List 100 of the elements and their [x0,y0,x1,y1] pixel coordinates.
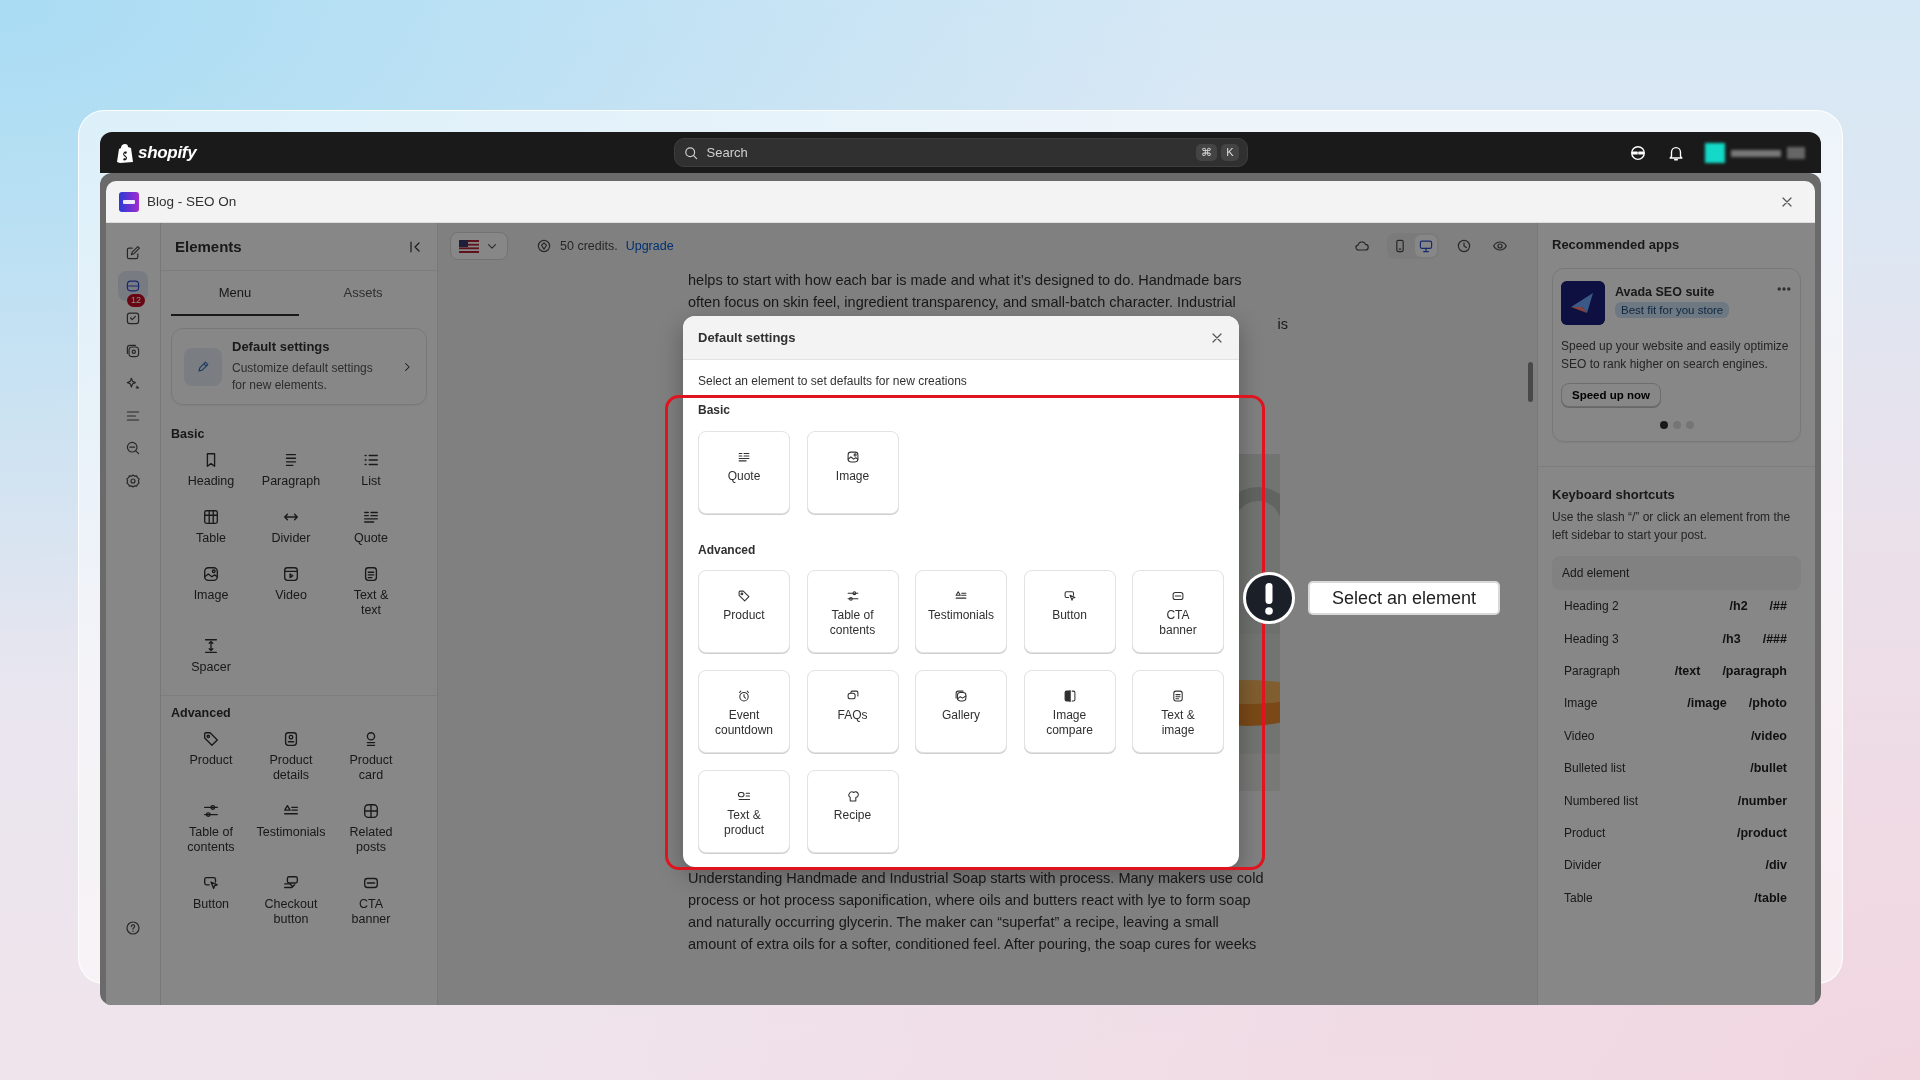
search-icon [682,144,699,161]
element-tile[interactable]: Testimonials [915,570,1007,653]
shortcut-command: /div [1765,858,1787,873]
upgrade-link[interactable]: Upgrade [625,239,674,253]
section-title: Advanced [698,542,757,558]
shortcut-label: Numbered list [1564,793,1639,808]
element-tile[interactable]: Button [1023,570,1116,653]
element-button[interactable]: Image [171,565,251,618]
default-settings-card[interactable]: Default settings Customize default settings for new elements. [171,328,427,405]
element-button[interactable]: Text & text [331,565,411,618]
grid-icon [362,802,380,820]
video-icon [282,565,300,583]
shortcut-command: /photo [1748,696,1787,711]
flag-icon [459,239,479,253]
shortcut-command: /text [1674,663,1701,678]
element-tile[interactable]: FAQs [806,670,899,753]
shortcut-key: ⌘ [1196,144,1218,161]
clock-icon [1456,238,1472,254]
element-button[interactable]: Heading [171,451,251,489]
element-button[interactable]: Paragraph [251,451,331,489]
document-icon [362,565,380,583]
element-button[interactable]: Testimonials [251,802,331,855]
toggle-list-icon [737,789,751,803]
card-icon [282,730,300,748]
language-dropdown[interactable] [450,232,508,260]
panel-title: Elements [175,238,242,255]
count-badge: 12 [127,294,145,307]
sparkle-icon [125,375,141,391]
element-tile[interactable]: CTA banner [1132,570,1224,653]
tag-icon [737,589,751,603]
cursor-icon [1062,589,1077,603]
brand-name: shopify [138,142,197,163]
shopping-bag-icon [116,142,134,163]
element-button[interactable]: Product card [331,730,411,783]
app-logo-icon [1561,281,1605,325]
credits-text: 50 credits. [560,239,618,253]
view-mode-button[interactable] [1415,235,1437,257]
compare-icon [1062,689,1077,703]
shortcuts-description: Use the slash “/” or click an element from the left sidebar to start your post. [1552,509,1792,544]
section-title: Basic [698,402,732,418]
element-button[interactable]: Quote [331,508,411,546]
checklist-icon [125,310,141,326]
search-icon [125,440,141,456]
element-tile[interactable]: Table of contents [806,570,899,653]
element-tile[interactable]: Image compare [1023,670,1116,753]
element-button[interactable]: Table of contents [171,802,251,855]
sliders-icon [845,589,860,603]
element-tile[interactable]: Product [698,570,790,653]
banner-icon [1171,589,1185,603]
element-button[interactable]: Spacer [171,637,251,675]
tab[interactable]: Assets [299,271,427,316]
element-tile[interactable]: Gallery [915,670,1007,753]
element-button[interactable]: List [331,451,411,489]
shortcut-label: Heading 3 [1564,631,1619,646]
tag-icon [202,730,220,748]
element-button[interactable]: Table [171,508,251,546]
carousel-dot[interactable] [1659,421,1668,429]
table-header: Add element [1562,566,1630,580]
shortcut-label: Paragraph [1564,663,1621,678]
cloud-icon [1354,238,1370,254]
element-button[interactable]: Related posts [331,802,411,855]
shortcut-command: /image [1687,696,1727,711]
element-button[interactable]: Video [251,565,331,618]
element-button[interactable]: Button [171,874,251,927]
element-tile[interactable]: Text & product [698,770,790,853]
chef-hat-icon [845,789,860,803]
element-button[interactable]: Product [171,730,251,783]
shortcut-label: Table [1564,890,1593,905]
element-button[interactable]: CTA banner [331,874,411,927]
element-tile[interactable]: Recipe [806,770,899,853]
shortcut-command: /number [1737,793,1787,808]
desktop-icon [1418,238,1434,254]
element-tile[interactable]: Image [806,431,899,514]
shortcut-label: Bulleted list [1564,761,1626,776]
speed-up-button[interactable]: Speed up now [1561,383,1661,407]
settings-icon [125,472,141,489]
search-bar[interactable]: Search ⌘ K [673,138,1248,167]
element-tile[interactable]: Event countdown [698,670,790,753]
dialog-instruction: Select an element to set defaults for new creations [698,373,968,389]
element-button[interactable]: Product details [251,730,331,783]
element-button[interactable]: Checkout button [251,874,331,927]
shortcut-command: /product [1737,825,1787,840]
shortcut-label: Divider [1564,858,1602,873]
shortcut-label: Video [1564,728,1595,743]
shortcut-key: K [1221,144,1239,161]
shortcut-command: /video [1750,728,1787,743]
card-title: Default settings [232,339,331,354]
tab[interactable]: Menu [171,271,299,316]
image-icon [202,565,220,583]
element-button[interactable]: Divider [251,508,331,546]
document-icon [1171,689,1185,703]
exclamation-icon [1243,572,1295,624]
gallery-icon [954,689,968,703]
sidebar-tool-button[interactable] [118,270,148,301]
help-icon [125,920,141,936]
shortcut-command: /h2 [1729,599,1748,614]
shortcut-command: /bullet [1750,761,1787,776]
search-input[interactable]: Search [706,145,1189,160]
element-tile[interactable]: Quote [698,431,790,514]
element-tile[interactable]: Text & image [1132,670,1224,753]
